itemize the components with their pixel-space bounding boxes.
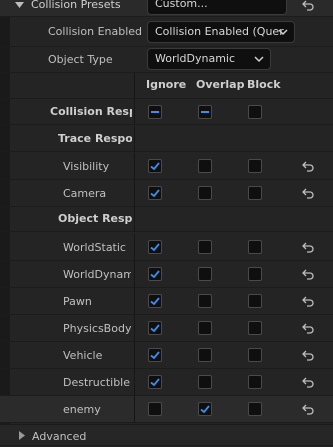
checkmark-icon bbox=[150, 189, 160, 198]
reset-to-default-icon[interactable] bbox=[301, 267, 315, 281]
response-label: enemy bbox=[63, 403, 101, 416]
response-label: Pawn bbox=[63, 295, 92, 308]
object-type-row: Object Type WorldDynamic bbox=[0, 47, 333, 73]
response-label: PhysicsBody bbox=[63, 322, 131, 335]
overlap-all-checkbox[interactable] bbox=[198, 105, 212, 119]
expand-arrow-icon[interactable] bbox=[18, 431, 26, 440]
overlap-checkbox[interactable] bbox=[198, 402, 212, 416]
checkmark-icon bbox=[150, 378, 160, 387]
ignore-checkbox[interactable] bbox=[148, 348, 162, 362]
response-row: WorldStatic bbox=[0, 234, 333, 261]
checkmark-icon bbox=[150, 297, 160, 306]
collision-enabled-value: Collision Enabled (Quer bbox=[155, 25, 284, 38]
collision-presets-value: Custom... bbox=[155, 0, 208, 10]
response-row: Destructible bbox=[0, 369, 333, 396]
response-row: Vehicle bbox=[0, 342, 333, 369]
overlap-checkbox[interactable] bbox=[198, 240, 212, 254]
reset-to-default-icon[interactable] bbox=[301, 159, 315, 173]
object-type-value: WorldDynamic bbox=[155, 52, 236, 65]
block-checkbox[interactable] bbox=[248, 159, 262, 173]
checkmark-icon bbox=[150, 162, 160, 171]
collision-responses-label: Collision Respon bbox=[50, 105, 132, 118]
reset-to-default-icon[interactable] bbox=[301, 375, 315, 389]
collision-enabled-row: Collision Enabled Collision Enabled (Que… bbox=[0, 17, 333, 47]
column-header-row: Ignore Overlap Block bbox=[0, 73, 333, 99]
object-type-dropdown[interactable]: WorldDynamic bbox=[147, 48, 271, 70]
advanced-row[interactable]: Advanced bbox=[0, 424, 333, 446]
ignore-checkbox[interactable] bbox=[148, 375, 162, 389]
response-label: WorldStatic bbox=[63, 241, 126, 254]
overlap-checkbox[interactable] bbox=[198, 294, 212, 308]
overlap-checkbox[interactable] bbox=[198, 348, 212, 362]
object-type-label: Object Type bbox=[48, 53, 113, 66]
ignore-checkbox[interactable] bbox=[148, 186, 162, 200]
block-checkbox[interactable] bbox=[248, 267, 262, 281]
ignore-checkbox[interactable] bbox=[148, 240, 162, 254]
response-label: Visibility bbox=[63, 160, 110, 173]
checkmark-icon bbox=[150, 243, 160, 252]
overlap-checkbox[interactable] bbox=[198, 186, 212, 200]
block-checkbox[interactable] bbox=[248, 375, 262, 389]
reset-to-default-icon[interactable] bbox=[301, 321, 315, 335]
response-label: WorldDynamic bbox=[63, 268, 131, 281]
trace-responses-label: Trace Respor bbox=[58, 132, 132, 145]
response-label: Camera bbox=[63, 187, 107, 200]
block-checkbox[interactable] bbox=[248, 240, 262, 254]
ignore-checkbox[interactable] bbox=[148, 294, 162, 308]
reset-to-default-icon[interactable] bbox=[301, 402, 315, 416]
overlap-checkbox[interactable] bbox=[198, 267, 212, 281]
checkmark-icon bbox=[200, 405, 210, 414]
response-row: Visibility bbox=[0, 153, 333, 180]
response-label: Destructible bbox=[63, 376, 130, 389]
block-checkbox[interactable] bbox=[248, 402, 262, 416]
ignore-all-checkbox[interactable] bbox=[148, 105, 162, 119]
reset-to-default-icon[interactable] bbox=[301, 294, 315, 308]
ignore-checkbox[interactable] bbox=[148, 267, 162, 281]
response-row: Pawn bbox=[0, 288, 333, 315]
block-checkbox[interactable] bbox=[248, 348, 262, 362]
checkmark-icon bbox=[150, 324, 160, 333]
overlap-checkbox[interactable] bbox=[198, 159, 212, 173]
ignore-checkbox[interactable] bbox=[148, 402, 162, 416]
ignore-checkbox[interactable] bbox=[148, 159, 162, 173]
trace-responses-row: Trace Respor bbox=[0, 126, 333, 152]
checkmark-icon bbox=[150, 351, 160, 360]
collapse-arrow-icon[interactable] bbox=[15, 1, 24, 10]
object-responses-label: Object Respo bbox=[58, 212, 132, 225]
response-row: enemy bbox=[0, 396, 333, 423]
collision-enabled-label: Collision Enabled bbox=[48, 25, 143, 38]
object-responses-row: Object Respo bbox=[0, 206, 333, 232]
ignore-column-header: Ignore bbox=[146, 78, 187, 91]
block-all-checkbox[interactable] bbox=[248, 105, 262, 119]
overlap-column-header: Overlap bbox=[196, 78, 245, 91]
response-row: Camera bbox=[0, 180, 333, 207]
block-checkbox[interactable] bbox=[248, 186, 262, 200]
block-checkbox[interactable] bbox=[248, 294, 262, 308]
reset-to-default-icon[interactable] bbox=[301, 0, 315, 12]
reset-to-default-icon[interactable] bbox=[301, 240, 315, 254]
collision-responses-row: Collision Respon bbox=[0, 99, 333, 125]
checkmark-icon bbox=[150, 270, 160, 279]
response-label: Vehicle bbox=[63, 349, 103, 362]
reset-to-default-icon[interactable] bbox=[301, 348, 315, 362]
response-row: WorldDynamic bbox=[0, 261, 333, 288]
collision-presets-dropdown[interactable]: Custom... bbox=[147, 0, 287, 15]
reset-to-default-icon[interactable] bbox=[301, 186, 315, 200]
chevron-down-icon bbox=[278, 29, 288, 36]
overlap-checkbox[interactable] bbox=[198, 375, 212, 389]
response-row: PhysicsBody bbox=[0, 315, 333, 342]
collision-presets-label: Collision Presets bbox=[31, 0, 121, 11]
overlap-checkbox[interactable] bbox=[198, 321, 212, 335]
ignore-checkbox[interactable] bbox=[148, 321, 162, 335]
collision-enabled-dropdown[interactable]: Collision Enabled (Quer bbox=[147, 21, 295, 43]
chevron-down-icon bbox=[254, 56, 264, 63]
collision-presets-row: Collision Presets Custom... bbox=[0, 0, 333, 17]
block-column-header: Block bbox=[247, 78, 281, 91]
block-checkbox[interactable] bbox=[248, 321, 262, 335]
